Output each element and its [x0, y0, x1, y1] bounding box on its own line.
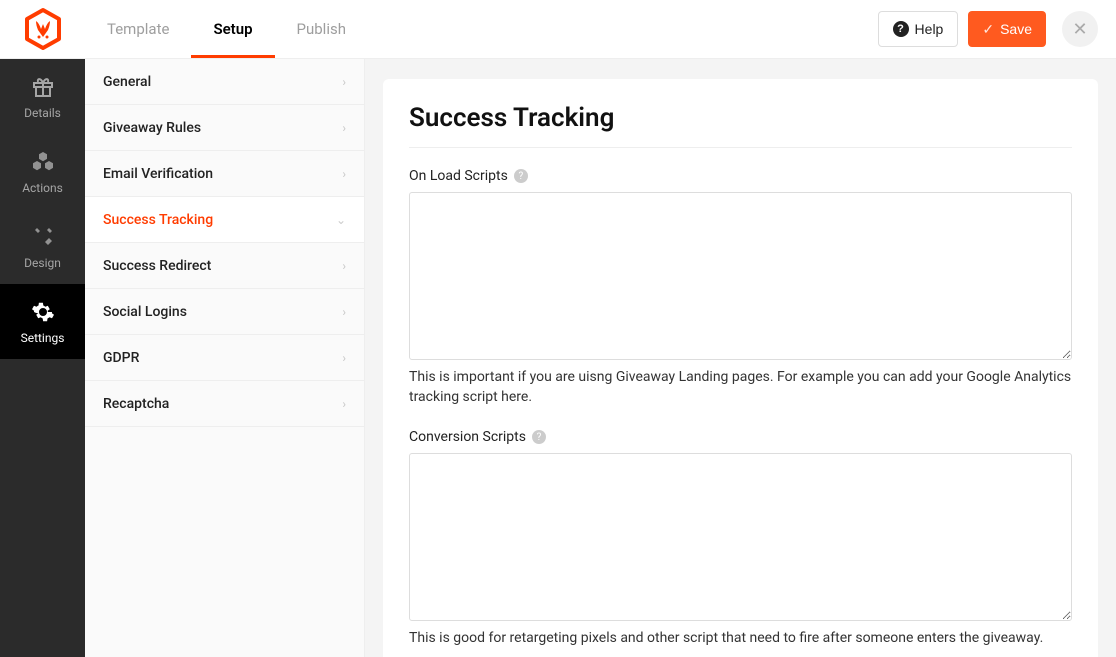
sidebar-item-label: General	[103, 74, 151, 90]
gear-icon	[30, 299, 56, 325]
onload-label: On Load Scripts ?	[409, 168, 1072, 184]
sidebar-item-general[interactable]: General ›	[85, 59, 364, 105]
help-icon[interactable]: ?	[532, 430, 546, 444]
gift-icon	[30, 74, 56, 100]
sidebar-item-email-verification[interactable]: Email Verification ›	[85, 151, 364, 197]
sidebar-item-label: GDPR	[103, 350, 139, 366]
sidebar-item-giveaway-rules[interactable]: Giveaway Rules ›	[85, 105, 364, 151]
sidebar-item-gdpr[interactable]: GDPR ›	[85, 335, 364, 381]
help-label: Help	[915, 21, 944, 37]
chevron-right-icon: ›	[342, 259, 346, 273]
side-panel: General › Giveaway Rules › Email Verific…	[85, 59, 365, 657]
tools-icon	[30, 224, 56, 250]
page-title: Success Tracking	[409, 103, 1072, 148]
help-button[interactable]: ? Help	[878, 11, 959, 47]
rail-label: Settings	[21, 331, 65, 345]
sidebar-item-success-tracking[interactable]: Success Tracking ⌄	[85, 197, 364, 243]
label-text: Conversion Scripts	[409, 429, 526, 445]
conversion-help-text: This is good for retargeting pixels and …	[409, 629, 1072, 649]
rail-label: Design	[24, 256, 61, 270]
main-content: Success Tracking On Load Scripts ? This …	[365, 59, 1116, 657]
rail-item-actions[interactable]: Actions	[0, 134, 85, 209]
sidebar-item-recaptcha[interactable]: Recaptcha ›	[85, 381, 364, 427]
save-label: Save	[1000, 21, 1032, 37]
tab-template[interactable]: Template	[85, 0, 191, 58]
rail-item-settings[interactable]: Settings	[0, 284, 85, 359]
logo	[0, 7, 85, 51]
sidebar-item-social-logins[interactable]: Social Logins ›	[85, 289, 364, 335]
sidebar-item-success-redirect[interactable]: Success Redirect ›	[85, 243, 364, 289]
top-tabs: Template Setup Publish	[85, 0, 368, 58]
sidebar-item-label: Success Redirect	[103, 258, 211, 274]
sidebar-item-label: Giveaway Rules	[103, 120, 201, 136]
conversion-label: Conversion Scripts ?	[409, 429, 1072, 445]
chevron-right-icon: ›	[342, 305, 346, 319]
close-button[interactable]: ✕	[1062, 11, 1098, 47]
sidebar-item-label: Social Logins	[103, 304, 187, 320]
tab-setup[interactable]: Setup	[191, 0, 274, 58]
sidebar-item-label: Success Tracking	[103, 212, 213, 228]
chevron-down-icon: ⌄	[336, 213, 346, 227]
chevron-right-icon: ›	[342, 351, 346, 365]
logo-icon	[21, 7, 65, 51]
chevron-right-icon: ›	[342, 397, 346, 411]
sidebar-item-label: Recaptcha	[103, 396, 169, 412]
onload-scripts-textarea[interactable]	[409, 192, 1072, 360]
rail-item-design[interactable]: Design	[0, 209, 85, 284]
check-icon: ✓	[982, 21, 994, 38]
question-icon: ?	[893, 21, 909, 37]
conversion-scripts-textarea[interactable]	[409, 453, 1072, 621]
chevron-right-icon: ›	[342, 75, 346, 89]
rail-label: Details	[24, 106, 61, 120]
tab-label: Setup	[213, 20, 252, 38]
content-card: Success Tracking On Load Scripts ? This …	[383, 79, 1098, 657]
cubes-icon	[30, 149, 56, 175]
topbar: Template Setup Publish ? Help ✓ Save ✕	[0, 0, 1116, 59]
tab-label: Template	[107, 20, 169, 38]
label-text: On Load Scripts	[409, 168, 508, 184]
icon-rail: Details Actions Design Settings	[0, 59, 85, 657]
save-button[interactable]: ✓ Save	[968, 11, 1046, 47]
tab-label: Publish	[297, 20, 346, 38]
tab-publish[interactable]: Publish	[275, 0, 368, 58]
help-icon[interactable]: ?	[514, 169, 528, 183]
sidebar-item-label: Email Verification	[103, 166, 213, 182]
chevron-right-icon: ›	[342, 121, 346, 135]
chevron-right-icon: ›	[342, 167, 346, 181]
close-icon: ✕	[1072, 19, 1087, 40]
rail-item-details[interactable]: Details	[0, 59, 85, 134]
onload-help-text: This is important if you are uisng Givea…	[409, 368, 1072, 407]
rail-label: Actions	[22, 181, 63, 195]
